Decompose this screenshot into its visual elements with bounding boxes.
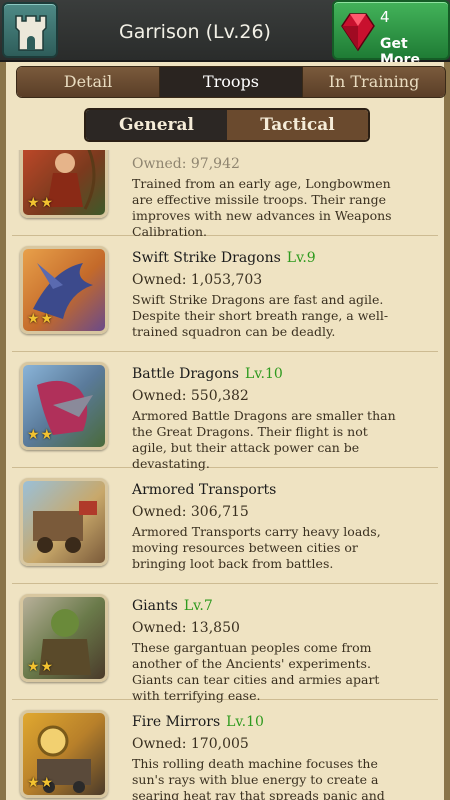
gem-count: 4: [380, 8, 390, 26]
troop-name: Fire Mirrors Lv.10: [132, 714, 264, 730]
subtab-general[interactable]: General: [86, 110, 227, 140]
troop-row-longbowmen[interactable]: ★★ Owned: 97,942 Trained from an early a…: [12, 150, 438, 239]
subtab-tactical[interactable]: Tactical: [227, 110, 368, 140]
top-bar: Garrison (Lv.26) 4 Get More: [0, 0, 450, 68]
ruby-gem-icon: [341, 13, 375, 52]
main-tabs: Detail Troops In Training: [16, 66, 446, 98]
troop-subtabs: General Tactical: [84, 108, 370, 142]
transport-icon: [33, 501, 97, 553]
troop-description: Armored Battle Dragons are smaller than …: [132, 408, 396, 471]
armored-transports-portrait: [20, 478, 108, 566]
troop-name: Giants Lv.7: [132, 598, 213, 614]
rank-stars: ★★: [27, 427, 55, 443]
rank-stars: ★★: [27, 311, 55, 327]
troop-name: Battle Dragons Lv.10: [132, 366, 283, 382]
page-title: Garrison (Lv.26): [119, 21, 271, 43]
troop-row-giants[interactable]: ★★ Giants Lv.7 Owned: 13,850 These gargan…: [12, 584, 438, 703]
longbowmen-portrait: ★★: [20, 150, 108, 218]
rank-stars: ★★: [27, 659, 55, 675]
giants-portrait: ★★: [20, 594, 108, 682]
troop-list[interactable]: ★★ Owned: 97,942 Trained from an early a…: [12, 150, 438, 800]
battle-dragons-portrait: ★★: [20, 362, 108, 450]
troop-description: These gargantuan peoples come from anoth…: [132, 640, 380, 703]
troop-row-battle-dragons[interactable]: ★★ Battle Dragons Lv.10 Owned: 550,382 Ar…: [12, 352, 438, 471]
tab-detail[interactable]: Detail: [17, 67, 160, 97]
get-more-button[interactable]: 4 Get More: [332, 0, 450, 68]
tab-in-training[interactable]: In Training: [303, 67, 445, 97]
rank-stars: ★★: [27, 195, 55, 211]
garrison-panel: Detail Troops In Training General Tactic…: [0, 62, 450, 800]
troop-row-fire-mirrors[interactable]: ★★ Fire Mirrors Lv.10 Owned: 170,005 This…: [12, 700, 438, 800]
troop-owned: Owned: 306,715: [132, 504, 249, 520]
castle-button[interactable]: [2, 2, 58, 58]
troop-row-armored-transports[interactable]: Armored Transports Owned: 306,715 Armore…: [12, 468, 438, 584]
swift-strike-dragons-portrait: ★★: [20, 246, 108, 334]
troop-description: Swift Strike Dragons are fast and agile.…: [132, 292, 389, 339]
troop-row-swift-strike-dragons[interactable]: ★★ Swift Strike Dragons Lv.9 Owned: 1,053…: [12, 236, 438, 352]
fire-mirrors-portrait: ★★: [20, 710, 108, 798]
troop-description: Trained from an early age, Longbowmen ar…: [132, 176, 392, 239]
troop-owned: Owned: 13,850: [132, 620, 240, 636]
tab-troops[interactable]: Troops: [160, 67, 303, 97]
troop-description: This rolling death machine focuses the s…: [132, 756, 385, 800]
rank-stars: ★★: [27, 775, 55, 791]
troop-owned: Owned: 170,005: [132, 736, 249, 752]
troop-owned: Owned: 550,382: [132, 388, 249, 404]
troop-owned: Owned: 1,053,703: [132, 272, 263, 288]
castle-icon: [15, 15, 47, 51]
troop-name: Armored Transports: [132, 482, 277, 498]
troop-name: Swift Strike Dragons Lv.9: [132, 250, 316, 266]
troop-owned: Owned: 97,942: [132, 156, 240, 172]
troop-description: Armored Transports carry heavy loads, mo…: [132, 524, 381, 571]
